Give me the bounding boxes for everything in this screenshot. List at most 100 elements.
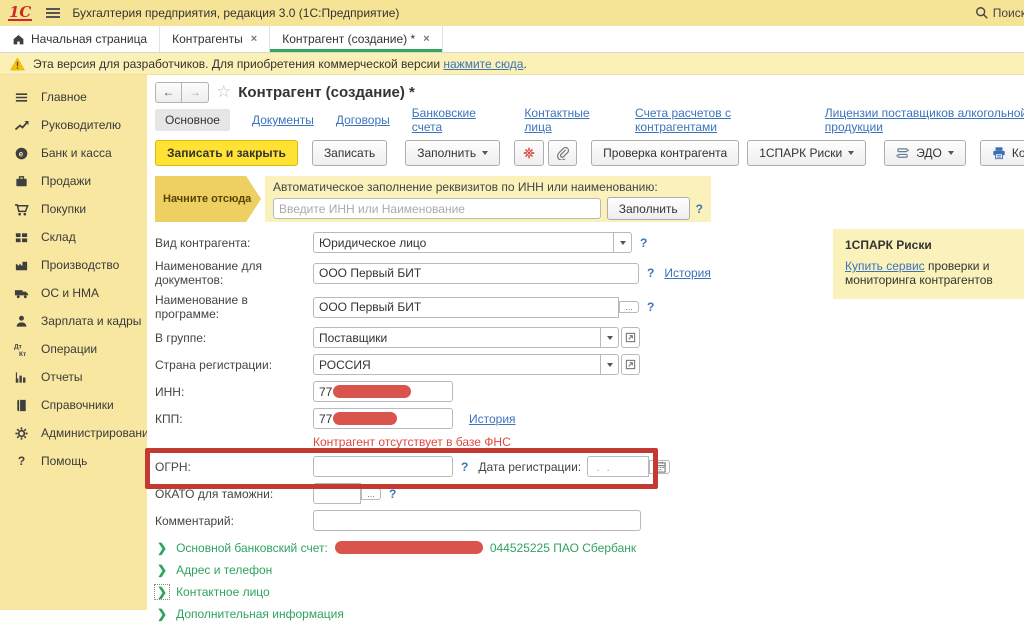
help-question-link[interactable]: ? xyxy=(696,202,703,216)
sidebar-item-administrirovanie[interactable]: Администрирование xyxy=(0,419,147,447)
section-label: Дополнительная информация xyxy=(176,607,344,621)
save-close-button[interactable]: Записать и закрыть xyxy=(155,140,298,166)
sidebar-item-sklad[interactable]: Склад xyxy=(0,223,147,251)
tab-close-icon[interactable]: × xyxy=(423,33,429,45)
kind-input[interactable] xyxy=(313,232,613,253)
group-combo[interactable] xyxy=(313,327,619,348)
forward-button[interactable]: → xyxy=(182,82,209,103)
open-item-button[interactable] xyxy=(621,327,640,348)
chevron-down-icon xyxy=(948,151,954,155)
spark-check-button[interactable] xyxy=(514,140,544,166)
chevron-right-icon: ❯ xyxy=(155,607,169,621)
country-input[interactable] xyxy=(313,354,600,375)
sidebar-item-zarplata-kadry[interactable]: Зарплата и кадры xyxy=(0,307,147,335)
sidebar-item-os-nma[interactable]: ОС и НМА xyxy=(0,279,147,307)
redaction-overlay xyxy=(335,541,483,554)
tab-home[interactable]: Начальная страница xyxy=(0,26,160,52)
ogrn-input[interactable] xyxy=(313,456,453,477)
attachments-button[interactable] xyxy=(548,140,577,166)
country-combo[interactable] xyxy=(313,354,619,375)
kind-combo[interactable] xyxy=(313,232,632,253)
printer-icon xyxy=(992,146,1006,160)
emoney-icon: е xyxy=(13,146,30,161)
tab-label: Начальная страница xyxy=(31,32,147,46)
inn-name-search-input[interactable] xyxy=(273,198,601,219)
name-prog-input[interactable] xyxy=(313,297,619,318)
group-label: В группе: xyxy=(155,331,313,345)
envelope-button[interactable]: Конверт xyxy=(980,140,1024,166)
open-item-button[interactable] xyxy=(621,354,640,375)
nav-osnovnoe[interactable]: Основное xyxy=(155,109,230,131)
tab-kontragenty[interactable]: Контрагенты × xyxy=(160,26,270,52)
kpp-input[interactable]: 77 xyxy=(313,408,453,429)
favorite-star-icon[interactable]: ☆ xyxy=(216,82,231,102)
name-docs-input[interactable] xyxy=(313,263,639,284)
sidebar-item-prodazhi[interactable]: Продажи xyxy=(0,167,147,195)
sidebar-item-proizvodstvo[interactable]: Производство xyxy=(0,251,147,279)
section-address-phone[interactable]: ❯ Адрес и телефон xyxy=(155,559,1024,580)
nav-settlement-accounts[interactable]: Счета расчетов с контрагентами xyxy=(635,106,803,134)
sidebar-item-glavnoe[interactable]: Главное xyxy=(0,83,147,111)
sidebar-item-rukovoditelyu[interactable]: Руководителю xyxy=(0,111,147,139)
sidebar-item-pomosch[interactable]: ? Помощь xyxy=(0,447,147,475)
buy-service-link[interactable]: Купить сервис xyxy=(845,259,925,273)
kpp-value: 77 xyxy=(319,412,332,426)
kpp-history-link[interactable]: История xyxy=(469,412,516,426)
group-input[interactable] xyxy=(313,327,600,348)
fill-dropdown-button[interactable]: Заполнить xyxy=(405,140,500,166)
section-additional-info[interactable]: ❯ Дополнительная информация xyxy=(155,603,1024,624)
reg-date-input[interactable] xyxy=(587,456,649,477)
okato-input[interactable] xyxy=(313,483,361,504)
nav-contact-persons[interactable]: Контактные лица xyxy=(524,106,613,134)
help-question-link[interactable]: ? xyxy=(647,266,654,280)
calendar-button[interactable] xyxy=(649,460,670,474)
main-menu-icon[interactable] xyxy=(46,6,60,20)
ellipsis-button[interactable]: ... xyxy=(361,488,381,500)
chevron-down-icon[interactable] xyxy=(613,232,632,253)
back-button[interactable]: ← xyxy=(155,82,182,103)
help-question-link[interactable]: ? xyxy=(647,300,654,314)
spark-panel-text: Купить сервис проверки и мониторинга кон… xyxy=(845,259,1024,287)
comment-input[interactable] xyxy=(313,510,641,531)
spark-risks-panel: 1СПАРК Риски Купить сервис проверки и мо… xyxy=(833,229,1024,299)
help-question-link[interactable]: ? xyxy=(389,487,396,501)
kpp-label: КПП: xyxy=(155,412,313,426)
save-button[interactable]: Записать xyxy=(312,140,387,166)
form-area: ← → ☆ Контрагент (создание) * Основное Д… xyxy=(147,75,1024,610)
sidebar-item-label: Отчеты xyxy=(41,370,82,384)
inn-input[interactable]: 77 xyxy=(313,381,453,402)
name-history-link[interactable]: История xyxy=(664,266,711,280)
nav-bank-accounts[interactable]: Банковские счета xyxy=(412,106,503,134)
sidebar-item-pokupki[interactable]: Покупки xyxy=(0,195,147,223)
check-counterparty-button[interactable]: Проверка контрагента xyxy=(591,140,739,166)
sidebar-item-spravochniki[interactable]: Справочники xyxy=(0,391,147,419)
global-search[interactable]: Поиск C xyxy=(975,0,1024,26)
ellipsis-button[interactable]: ... xyxy=(619,301,639,313)
nav-dokumenty[interactable]: Документы xyxy=(252,113,314,127)
help-question-link[interactable]: ? xyxy=(640,236,647,250)
autofill-hint: Начните отсюда Автоматическое заполнение… xyxy=(155,176,1024,222)
nav-dogovory[interactable]: Договоры xyxy=(336,113,390,127)
menu-icon xyxy=(13,90,30,105)
sidebar-item-label: Склад xyxy=(41,230,76,244)
edo-dropdown-button[interactable]: ЭДО xyxy=(884,140,966,166)
form-toolbar: Записать и закрыть Записать Заполнить Пр… xyxy=(155,139,1024,167)
name-prog-label: Наименование в программе: xyxy=(155,293,313,321)
sidebar-item-bank-kassa[interactable]: е Банк и касса xyxy=(0,139,147,167)
tab-kontragent-create[interactable]: Контрагент (создание) * × xyxy=(270,26,442,52)
page-title: Контрагент (создание) * xyxy=(238,84,415,101)
sidebar-item-otchety[interactable]: Отчеты xyxy=(0,363,147,391)
autofill-button[interactable]: Заполнить xyxy=(607,197,690,220)
spark-risks-dropdown-button[interactable]: 1СПАРК Риски xyxy=(747,140,866,166)
chevron-down-icon[interactable] xyxy=(600,327,619,348)
tab-close-icon[interactable]: × xyxy=(251,33,257,45)
sidebar-item-label: Помощь xyxy=(41,454,87,468)
sidebar-item-operacii[interactable]: ДтКт Операции xyxy=(0,335,147,363)
nav-alcohol-licenses[interactable]: Лицензии поставщиков алкогольной продукц… xyxy=(825,106,1024,134)
section-contact-person[interactable]: ❯ Контактное лицо xyxy=(155,581,1024,602)
help-question-link[interactable]: ? xyxy=(461,460,468,474)
section-main-bank-account[interactable]: ❯ Основной банковский счет: 044525225 ПА… xyxy=(155,537,1024,558)
tab-label: Контрагент (создание) * xyxy=(282,32,415,46)
buy-license-link[interactable]: нажмите сюда xyxy=(443,57,523,71)
chevron-down-icon[interactable] xyxy=(600,354,619,375)
